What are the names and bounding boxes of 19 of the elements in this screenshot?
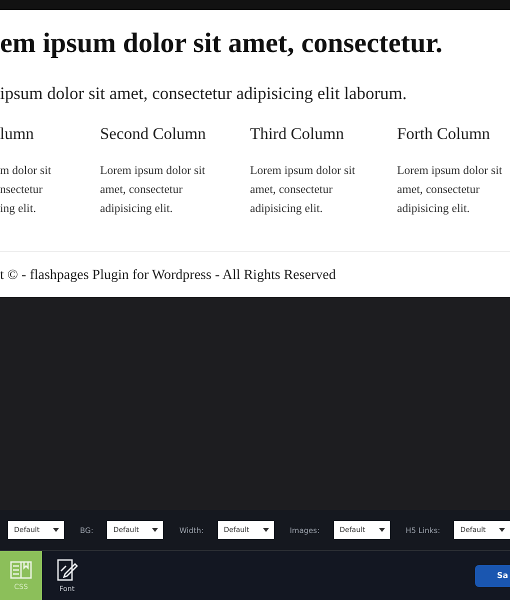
page-heading: em ipsum dolor sit amet, consectetur.: [0, 28, 444, 60]
save-button[interactable]: Sa: [475, 564, 510, 586]
pencil-notepad-icon: [56, 558, 78, 580]
caret-icon: [499, 528, 506, 532]
book-icon: [10, 560, 32, 578]
column-title: lumn: [0, 124, 35, 144]
footer-text: t © - flashpages Plugin for Wordpress - All Rights Reserved: [0, 251, 510, 284]
caret-icon: [378, 528, 385, 532]
column-title: Second Column: [100, 124, 207, 144]
column-text: Lorem ipsum dolor sit amet, consectetur adipisicing elit.: [100, 162, 206, 217]
caret-icon: [152, 528, 158, 532]
intro-text: ipsum dolor sit amet, consectetur adipisicing elit laborum.: [0, 83, 408, 104]
column-text: Lorem ipsum dolor sit amet, consectetur adipisicing elit.: [397, 162, 504, 217]
column-text: m dolor sit nsectetur ing elit.: [0, 162, 52, 217]
column-text: Lorem ipsum dolor sit amet, consectetur adipisicing elit.: [250, 162, 356, 217]
caret-icon: [53, 528, 59, 532]
caret-icon: [262, 528, 269, 532]
column-title: Third Column: [250, 124, 345, 144]
column-title: Forth Column: [397, 124, 492, 144]
